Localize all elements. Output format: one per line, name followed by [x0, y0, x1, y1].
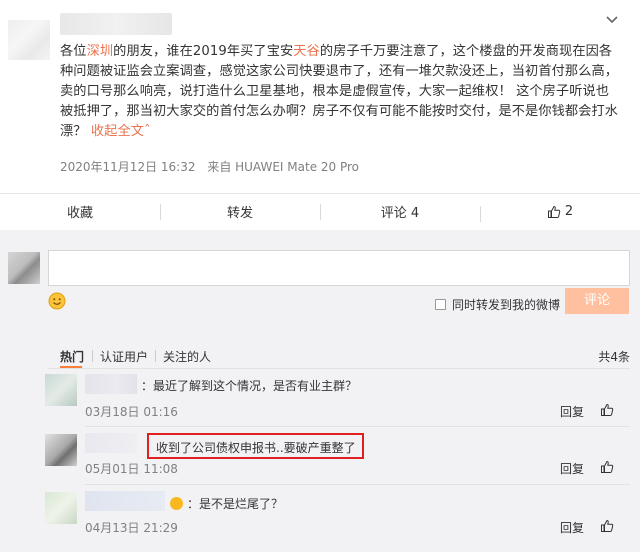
thumbs-up-icon[interactable] [600, 403, 614, 417]
reply-button[interactable]: 回复 [560, 519, 584, 536]
post-timestamp[interactable]: 2020年11月12日 16:32 [60, 160, 195, 174]
commenter-avatar-blurred[interactable] [45, 434, 77, 466]
tab-following[interactable]: 关注的人 [163, 348, 211, 365]
like-button[interactable]: 2 [480, 204, 640, 222]
comment-filter-tabs: 热门 认证用户 关注的人 共4条 [0, 348, 640, 368]
comment-item: 收到了公司债权申报书..要破产重整了 05月01日 11:08 回复 [0, 430, 640, 490]
topic-link-tiangu[interactable]: 天谷 [293, 44, 320, 59]
collapse-link[interactable]: 收起全文ˆ [91, 124, 151, 139]
commenter-name-blurred[interactable] [85, 374, 137, 394]
forward-option-label: 同时转发到我的微博 [452, 298, 561, 312]
favorite-label: 收藏 [66, 206, 93, 221]
post-source: 来自 HUAWEI Mate 20 Pro [207, 160, 360, 174]
post-text-part: 的朋友，谁在2019年买了宝安 [113, 44, 294, 59]
comment-total-count: 共4条 [598, 350, 630, 364]
tab-separator [92, 350, 93, 362]
forward-label: 转发 [226, 206, 253, 221]
topic-link-shenzhen[interactable]: 深圳 [87, 44, 114, 59]
collapse-arrow-icon: ˆ [144, 124, 151, 139]
favorite-button[interactable]: 收藏 [0, 202, 160, 221]
emoji-icon[interactable] [48, 292, 66, 310]
tabs-divider [48, 368, 630, 369]
comment-text: ：是不是烂尾了？ [187, 497, 284, 511]
reply-button[interactable]: 回复 [560, 460, 584, 477]
comment-button[interactable]: 评论 4 [320, 202, 480, 221]
commenter-name-blurred[interactable] [85, 491, 165, 511]
forward-to-my-weibo-option[interactable]: 同时转发到我的微博 [435, 296, 560, 313]
post-text: 各位深圳的朋友，谁在2019年买了宝安天谷的房子千万要注意了，这个楼盘的开发商现… [60, 42, 620, 142]
comment-label: 评论 4 [380, 206, 420, 221]
action-bar: 收藏 转发 评论 4 2 [0, 193, 640, 229]
submit-comment-button[interactable]: 评论 [565, 288, 629, 314]
tab-separator [155, 350, 156, 362]
comment-time: 03月18日 01:16 [85, 405, 178, 419]
weibo-post: 各位深圳的朋友，谁在2019年买了宝安天谷的房子千万要注意了，这个楼盘的开发商现… [0, 0, 640, 237]
comment-time: 05月01日 11:08 [85, 462, 178, 476]
author-name-blurred[interactable] [60, 13, 172, 35]
forward-checkbox[interactable] [435, 299, 446, 310]
comment-input[interactable] [48, 250, 630, 286]
emoji-icon [170, 497, 183, 510]
forward-button[interactable]: 转发 [160, 202, 320, 221]
thumbs-up-icon[interactable] [600, 519, 614, 533]
reply-button[interactable]: 回复 [560, 403, 584, 420]
comment-time: 04月13日 21:29 [85, 521, 178, 535]
commenter-avatar-blurred[interactable] [45, 374, 77, 406]
chevron-down-icon[interactable] [604, 12, 620, 28]
author-avatar-blurred[interactable] [8, 20, 50, 60]
collapse-label: 收起全文 [90, 124, 145, 139]
comment-area: 同时转发到我的微博 评论 热门 认证用户 关注的人 共4条 ：最近了解到这个情况… [0, 230, 640, 552]
tab-verified-users[interactable]: 认证用户 [100, 348, 148, 365]
post-text-part: 各位 [60, 44, 87, 59]
post-meta: 2020年11月12日 16:32 来自 HUAWEI Mate 20 Pro [60, 158, 367, 175]
current-user-avatar-blurred [8, 252, 40, 284]
comment-text: ：最近了解到这个情况，是否有业主群？ [141, 379, 358, 393]
commenter-avatar-blurred[interactable] [45, 492, 77, 524]
tab-hot[interactable]: 热门 [60, 348, 84, 365]
comment-text: 收到了公司债权申报书..要破产重整了 [156, 441, 356, 455]
comment-item: ：是不是烂尾了？ 04月13日 21:29 回复 [0, 488, 640, 548]
thumbs-up-icon[interactable] [600, 460, 614, 474]
commenter-name-blurred[interactable] [85, 433, 137, 453]
thumbs-up-icon [547, 205, 561, 218]
comment-text-wrapper: ：是不是烂尾了？ [170, 495, 283, 512]
like-count: 2 [564, 204, 574, 219]
comment-divider [85, 484, 630, 485]
comment-item: ：最近了解到这个情况，是否有业主群？ 03月18日 01:16 回复 [0, 370, 640, 430]
comment-divider [85, 426, 630, 427]
